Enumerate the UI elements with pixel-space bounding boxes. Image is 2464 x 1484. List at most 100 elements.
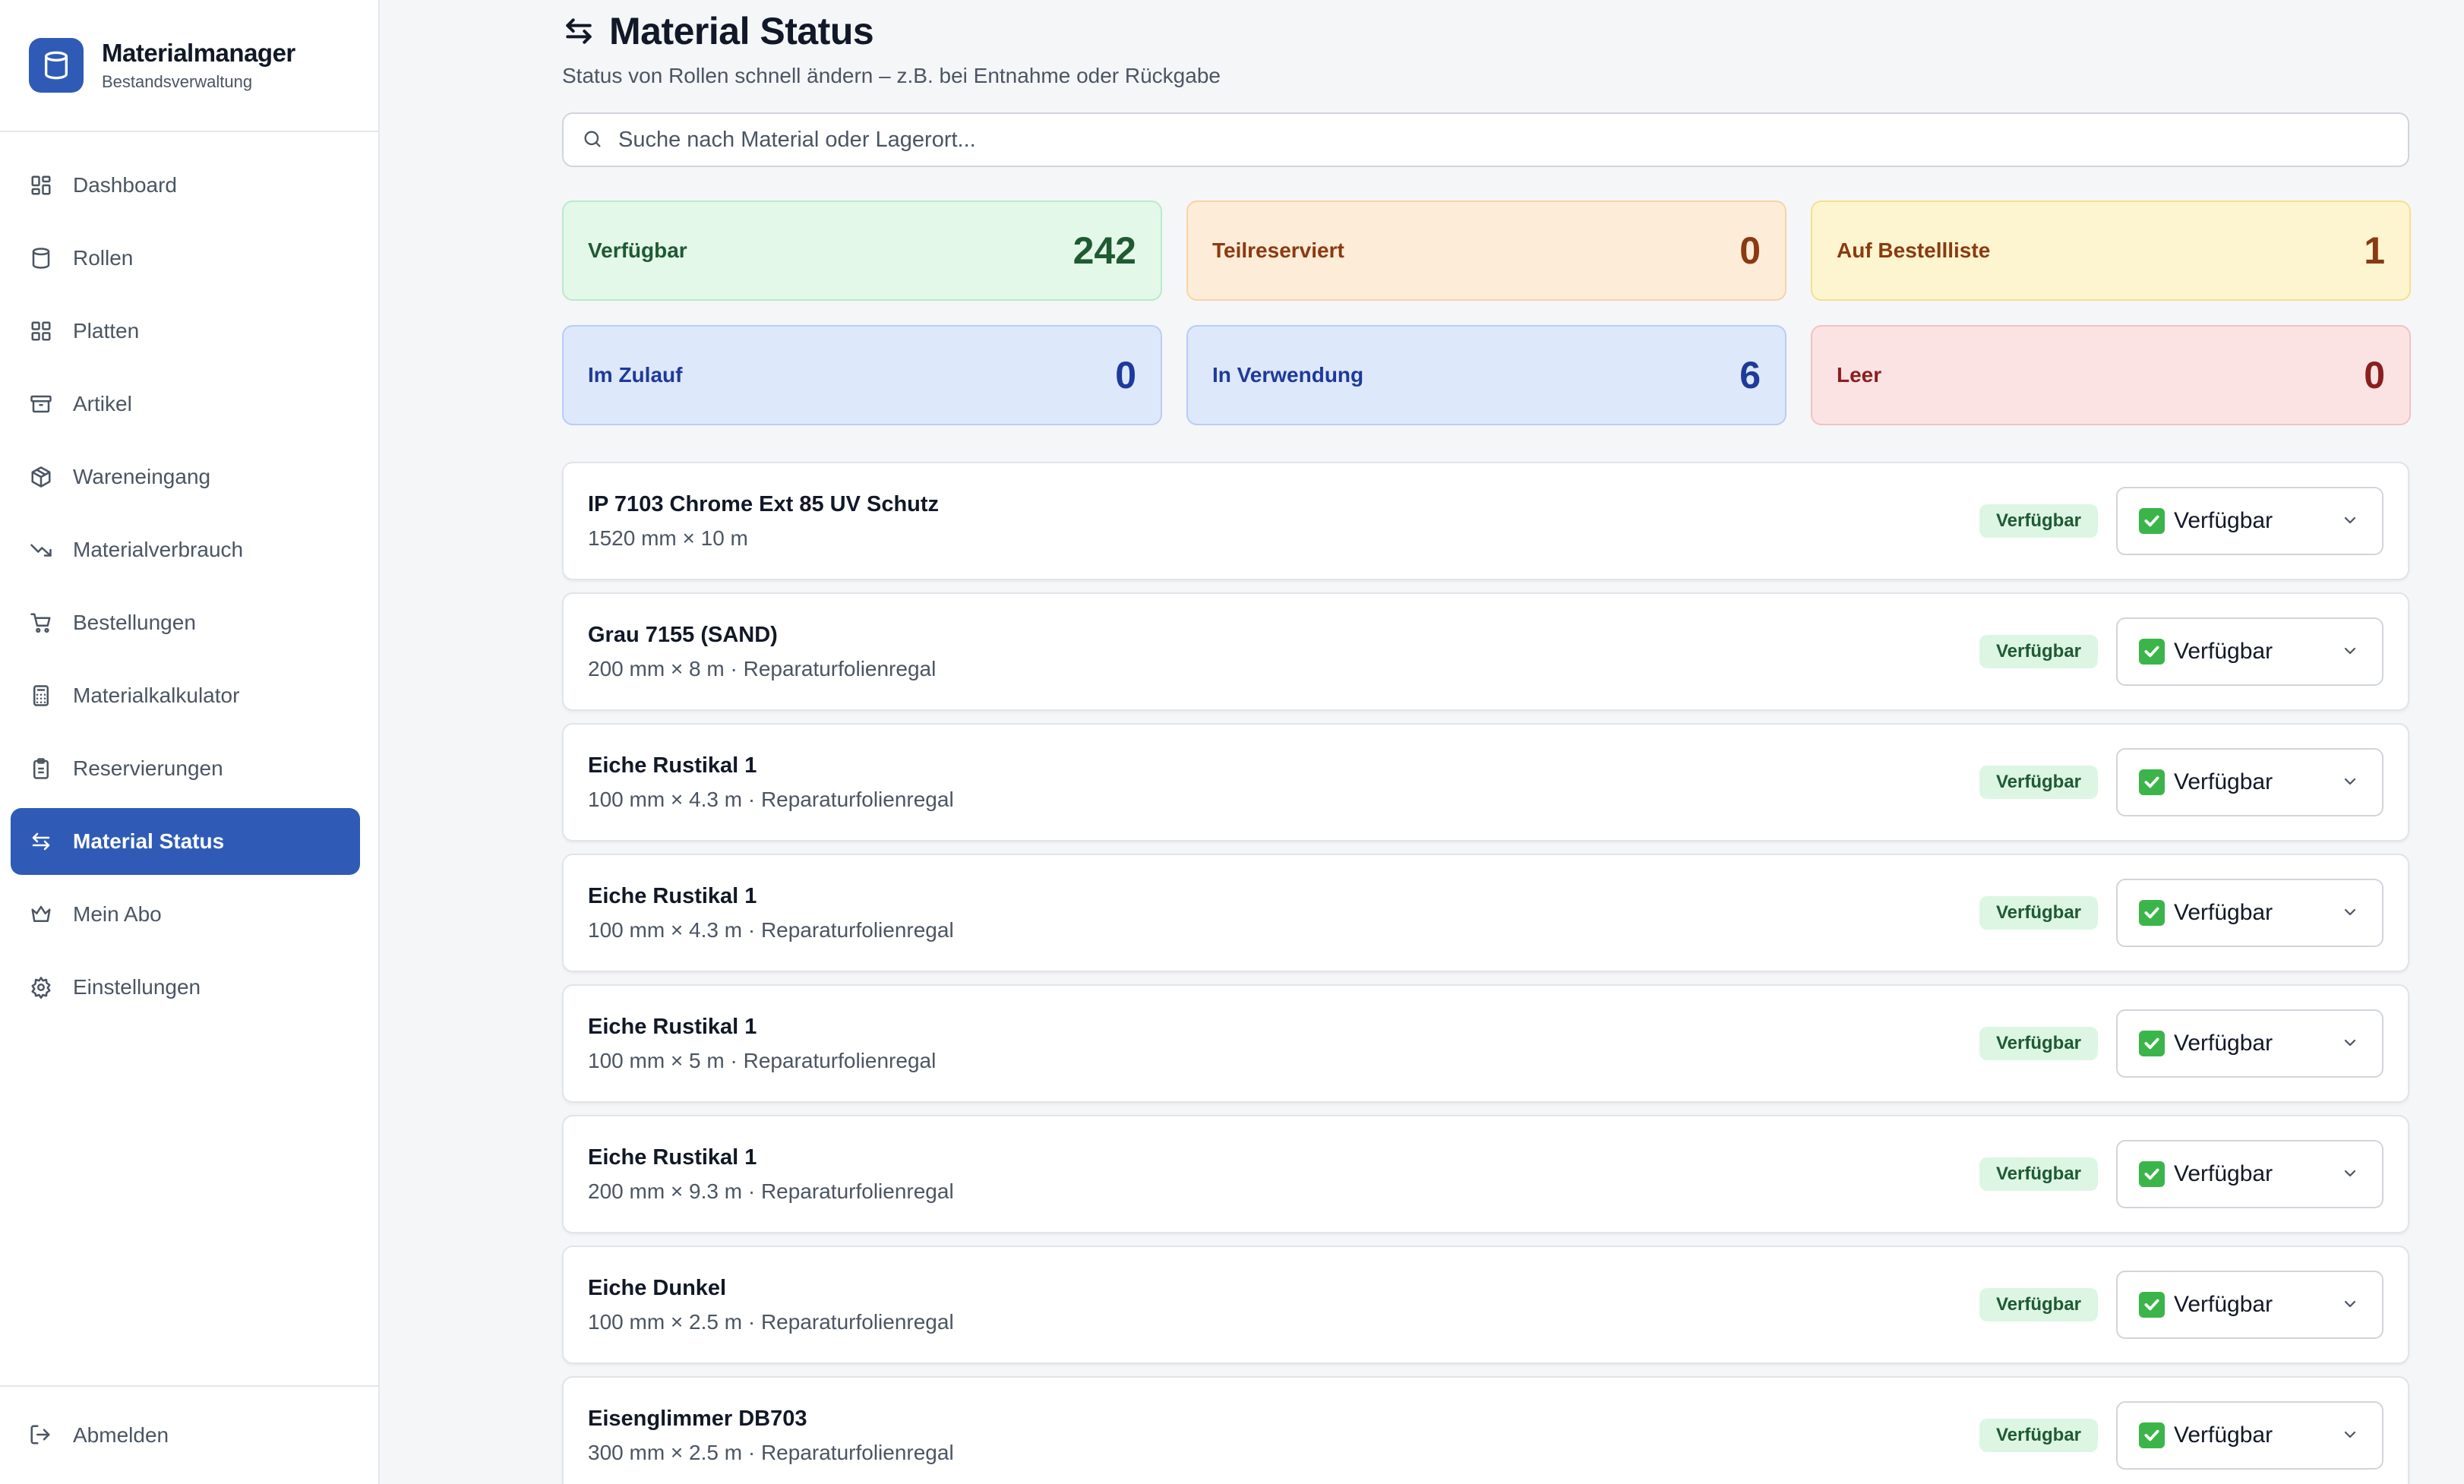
sidebar-item-materialverbrauch[interactable]: Materialverbrauch [11,516,360,583]
roll-title: Eiche Dunkel [588,1275,727,1300]
roll-meta: 100 mm × 5 m · Reparaturfolienregal [588,1048,937,1072]
sidebar-item-label: Materialkalkulator [73,684,240,707]
status-select[interactable]: Verfügbar [2116,1009,2383,1078]
status-select-value: Verfügbar [2174,639,2273,664]
check-mark-icon [2139,1161,2165,1187]
check-mark-icon [2139,1422,2165,1448]
status-badge: Verfügbar [1979,635,2098,668]
sidebar-item-bestellungen[interactable]: Bestellungen [11,589,360,656]
stat-label: Leer [1837,363,1882,387]
sidebar-item-reservierungen[interactable]: Reservierungen [11,735,360,802]
roll-meta: 100 mm × 4.3 m · Reparaturfolienregal [588,787,954,811]
sidebar-item-label: Bestellungen [73,611,196,634]
sidebar-item-label: Artikel [73,392,132,415]
status-select[interactable]: Verfügbar [2116,1140,2383,1208]
list-item: Eiche Dunkel 100 mm × 2.5 m · Reparaturf… [562,1246,2409,1364]
roll-title: Eiche Rustikal 1 [588,883,757,908]
roll-meta: 100 mm × 4.3 m · Reparaturfolienregal [588,917,954,942]
sidebar: Materialmanager Bestandsverwaltung Dashb… [0,0,380,1484]
status-select-value: Verfügbar [2174,1422,2273,1448]
roll-title: Eiche Rustikal 1 [588,753,757,778]
chevron-down-icon [2341,903,2361,923]
roll-meta: 100 mm × 2.5 m · Reparaturfolienregal [588,1309,954,1334]
sidebar-item-label: Platten [73,319,140,343]
stat-count: 0 [1115,354,1136,396]
list-item: Grau 7155 (SAND) 200 mm × 8 m · Reparatu… [562,592,2409,711]
check-mark-icon [2139,639,2165,665]
status-select[interactable]: Verfügbar [2116,748,2383,816]
cart-icon [29,611,53,635]
stat-label: In Verwendung [1212,363,1364,387]
archive-icon [29,392,53,416]
status-badge: Verfügbar [1979,1027,2098,1060]
dashboard-icon [29,173,53,197]
sidebar-item-label: Reservierungen [73,756,223,780]
brand-subtitle: Bestandsverwaltung [102,72,253,91]
sidebar-item-label: Mein Abo [73,902,162,926]
sidebar-item-material-status[interactable]: Material Status [11,808,360,875]
status-select[interactable]: Verfügbar [2116,1271,2383,1339]
status-badge: Verfügbar [1979,1157,2098,1191]
stat-card-leer[interactable]: Leer 0 [1811,325,2411,425]
search-bar[interactable] [562,112,2409,167]
logout-label: Abmelden [73,1423,169,1447]
search-input[interactable] [618,127,2137,153]
sidebar-item-artikel[interactable]: Artikel [11,371,360,437]
page-subtitle: Status von Rollen schnell ändern – z.B. … [562,64,1221,87]
clipboard-icon [29,756,53,781]
check-mark-icon [2139,508,2165,534]
sidebar-item-mein-abo[interactable]: Mein Abo [11,881,360,948]
roll-title: IP 7103 Chrome Ext 85 UV Schutz [588,491,940,516]
sidebar-item-label: Materialverbrauch [73,538,244,561]
stat-card-auf-bestellliste[interactable]: Auf Bestellliste 1 [1811,200,2411,301]
sidebar-item-einstellungen[interactable]: Einstellungen [11,954,360,1021]
gear-icon [29,975,53,999]
stat-count: 242 [1072,229,1136,272]
status-select[interactable]: Verfügbar [2116,617,2383,686]
sidebar-item-platten[interactable]: Platten [11,298,360,365]
stat-label: Im Zulauf [588,363,683,387]
brand[interactable]: Materialmanager Bestandsverwaltung [0,0,378,132]
roll-icon [29,246,53,270]
sidebar-item-label: Dashboard [73,173,177,197]
sidebar-item-rollen[interactable]: Rollen [11,225,360,292]
sidebar-item-wareneingang[interactable]: Wareneingang [11,444,360,510]
stat-card-teilreserviert[interactable]: Teilreserviert 0 [1186,200,1786,301]
status-select[interactable]: Verfügbar [2116,1401,2383,1470]
stat-label: Teilreserviert [1212,238,1344,262]
status-summary: Verfügbar 242 Teilreserviert 0 Auf Beste… [562,200,2411,425]
logout-button[interactable]: Abmelden [0,1385,378,1484]
status-select-value: Verfügbar [2174,508,2273,533]
roll-meta: 200 mm × 8 m · Reparaturfolienregal [588,656,937,680]
status-select[interactable]: Verfügbar [2116,879,2383,947]
status-select-value: Verfügbar [2174,769,2273,794]
roll-list: IP 7103 Chrome Ext 85 UV Schutz 1520 mm … [562,462,2409,1484]
status-badge: Verfügbar [1979,1419,2098,1452]
stat-count: 1 [2364,229,2385,272]
roll-meta: 200 mm × 9.3 m · Reparaturfolienregal [588,1179,954,1203]
status-select-value: Verfügbar [2174,1031,2273,1056]
sidebar-item-label: Rollen [73,246,134,270]
list-item: Eiche Rustikal 1 100 mm × 5 m · Reparatu… [562,984,2409,1103]
stat-count: 0 [2364,354,2385,396]
list-item: Eiche Rustikal 1 100 mm × 4.3 m · Repara… [562,854,2409,972]
main-content: Material Status Status von Rollen schnel… [562,0,2411,1484]
calculator-icon [29,684,53,708]
roll-title: Eiche Rustikal 1 [588,1014,757,1039]
status-select-value: Verfügbar [2174,1292,2273,1317]
stat-count: 6 [1739,354,1761,396]
arrows-swap-icon [562,14,595,48]
status-badge: Verfügbar [1979,1288,2098,1321]
stat-card-im-zulauf[interactable]: Im Zulauf 0 [562,325,1162,425]
sidebar-item-materialkalkulator[interactable]: Materialkalkulator [11,662,360,729]
sidebar-item-dashboard[interactable]: Dashboard [11,152,360,219]
stat-card-in-verwendung[interactable]: In Verwendung 6 [1186,325,1786,425]
package-icon [29,465,53,489]
stat-card-verfuegbar[interactable]: Verfügbar 242 [562,200,1162,301]
list-item: Eisenglimmer DB703 300 mm × 2.5 m · Repa… [562,1376,2409,1484]
arrows-swap-icon [29,829,53,854]
stat-count: 0 [1739,229,1761,272]
chevron-down-icon [2341,1426,2361,1445]
status-select-value: Verfügbar [2174,1161,2273,1186]
status-select[interactable]: Verfügbar [2116,487,2383,555]
